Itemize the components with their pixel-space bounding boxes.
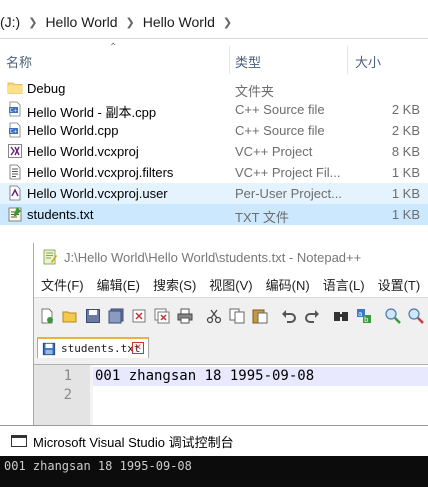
svg-text:a: a: [358, 310, 362, 318]
vs-debug-console-window: Microsoft Visual Studio 调试控制台 001 zhangs…: [0, 425, 428, 487]
chevron-right-icon: ❯: [125, 16, 135, 29]
replace-icon[interactable]: ab: [356, 308, 372, 324]
text-file-icon: [8, 207, 22, 222]
list-item[interactable]: students.txt TXT 文件 1 KB: [0, 204, 428, 225]
file-name: Hello World.vcxproj: [27, 144, 139, 159]
file-name: Hello World.cpp: [27, 123, 119, 138]
save-all-icon[interactable]: [108, 308, 124, 324]
file-type: C++ Source file: [235, 123, 325, 138]
line-number: 1: [63, 368, 72, 384]
file-size: 2 KB: [391, 123, 420, 138]
file-name: Hello World - 副本.cpp: [27, 105, 157, 120]
zoom-in-icon[interactable]: [385, 308, 401, 324]
copy-icon[interactable]: [229, 308, 245, 324]
svg-text:C+: C+: [10, 108, 18, 114]
find-icon[interactable]: [333, 308, 349, 324]
menu-settings[interactable]: 设置(T): [378, 275, 421, 294]
chevron-right-icon[interactable]: ❯: [221, 16, 234, 29]
file-type: VC++ Project: [235, 144, 313, 159]
open-file-icon[interactable]: [62, 308, 78, 324]
editor-line-1[interactable]: 001 zhangsan 18 1995-09-08: [95, 368, 314, 384]
menu-edit[interactable]: 编辑(E): [97, 275, 140, 294]
file-explorer-window: (J:) ❯ Hello World ❯ Hello World ❯ ⌃ 名称 …: [0, 0, 428, 232]
list-item[interactable]: Hello World.vcxproj VC++ Project 8 KB: [0, 141, 428, 162]
file-name: Hello World.vcxproj.filters: [27, 165, 174, 180]
notepad-plus-plus-icon: [43, 249, 57, 265]
file-type: 文件夹: [235, 84, 275, 99]
zoom-out-icon[interactable]: [408, 308, 424, 324]
column-header-type[interactable]: 类型: [235, 52, 261, 71]
file-type: C++ Source file: [235, 102, 325, 117]
console-output-line: 001 zhangsan 18 1995-09-08: [4, 459, 192, 473]
menu-search[interactable]: 搜索(S): [153, 275, 196, 294]
save-icon[interactable]: [85, 308, 101, 324]
cpp-file-icon: C+: [9, 122, 21, 138]
file-size: 8 KB: [391, 144, 420, 159]
vcxproj-file-icon: [8, 144, 22, 158]
list-item[interactable]: C+ Hello World.cpp C++ Source file 2 KB: [0, 120, 428, 141]
column-header-bar: ⌃ 名称 类型 大小: [0, 42, 428, 74]
close-tab-icon[interactable]: ✕: [132, 342, 144, 354]
sort-ascending-icon: ⌃: [109, 42, 118, 53]
file-type: Per-User Project...: [235, 186, 342, 201]
line-number: 2: [63, 387, 72, 403]
column-header-size[interactable]: 大小: [355, 52, 381, 71]
file-type: VC++ Project Fil...: [235, 165, 341, 180]
npp-title-bar[interactable]: J:\Hello World\Hello World\students.txt …: [34, 243, 428, 271]
breadcrumb: (J:) ❯ Hello World ❯ Hello World ❯: [0, 6, 428, 38]
file-size: 1 KB: [391, 186, 420, 201]
npp-menu-bar: 文件(F) 编辑(E) 搜索(S) 视图(V) 编码(N) 语言(L) 设置(T…: [34, 271, 428, 297]
user-file-icon: [9, 185, 21, 201]
paste-icon[interactable]: [252, 308, 268, 324]
saved-file-icon: [42, 342, 56, 355]
close-all-icon[interactable]: [154, 308, 170, 324]
folder-icon: [7, 82, 23, 94]
npp-tab-bar: students.txt ✕: [34, 334, 428, 358]
list-item[interactable]: Hello World.vcxproj.filters VC++ Project…: [0, 162, 428, 183]
list-item[interactable]: Hello World.vcxproj.user Per-User Projec…: [0, 183, 428, 204]
filters-file-icon: [9, 164, 21, 180]
column-header-name[interactable]: 名称: [6, 52, 32, 71]
menu-encoding[interactable]: 编码(N): [266, 275, 310, 294]
tab-students-txt[interactable]: students.txt ✕: [37, 337, 149, 358]
file-size: 2 KB: [391, 102, 420, 117]
svg-text:C+: C+: [10, 129, 18, 135]
list-item[interactable]: C+ Hello World - 副本.cpp C++ Source file …: [0, 99, 428, 120]
console-title-bar[interactable]: Microsoft Visual Studio 调试控制台: [0, 426, 428, 456]
breadcrumb-folder-hello-world-inner[interactable]: Hello World: [137, 14, 221, 30]
file-name: students.txt: [27, 207, 94, 222]
console-icon: [11, 435, 27, 447]
file-name: Debug: [27, 81, 66, 96]
file-size: 1 KB: [391, 207, 420, 222]
column-divider[interactable]: [229, 46, 230, 74]
breadcrumb-folder-hello-world[interactable]: Hello World: [39, 14, 123, 30]
new-file-icon[interactable]: [39, 308, 55, 324]
close-file-icon[interactable]: [131, 308, 147, 324]
breadcrumb-drive[interactable]: (J:): [0, 14, 26, 30]
file-name: Hello World.vcxproj.user: [27, 186, 168, 201]
cpp-file-icon: C+: [9, 101, 21, 117]
file-type: TXT 文件: [235, 210, 289, 225]
redo-icon[interactable]: [304, 308, 320, 324]
console-output-area[interactable]: 001 zhangsan 18 1995-09-08: [0, 456, 428, 487]
menu-view[interactable]: 视图(V): [209, 275, 252, 294]
address-bar-divider: [0, 38, 428, 39]
npp-window-title: J:\Hello World\Hello World\students.txt …: [64, 249, 362, 265]
svg-text:b: b: [364, 316, 369, 324]
menu-language[interactable]: 语言(L): [323, 275, 365, 294]
tab-label: students.txt: [61, 342, 141, 355]
menu-file[interactable]: 文件(F): [41, 275, 84, 294]
undo-icon[interactable]: [281, 308, 297, 324]
column-divider[interactable]: [347, 46, 348, 74]
file-list: Debug 文件夹 C+ Hello World - 副本.cpp C++ So…: [0, 78, 428, 225]
list-item[interactable]: Debug 文件夹: [0, 78, 428, 99]
console-title: Microsoft Visual Studio 调试控制台: [33, 434, 234, 450]
file-size: 1 KB: [391, 165, 420, 180]
npp-toolbar: ab: [34, 298, 428, 334]
print-icon[interactable]: [177, 308, 193, 324]
cut-icon[interactable]: [206, 308, 222, 324]
chevron-right-icon: ❯: [28, 16, 38, 29]
